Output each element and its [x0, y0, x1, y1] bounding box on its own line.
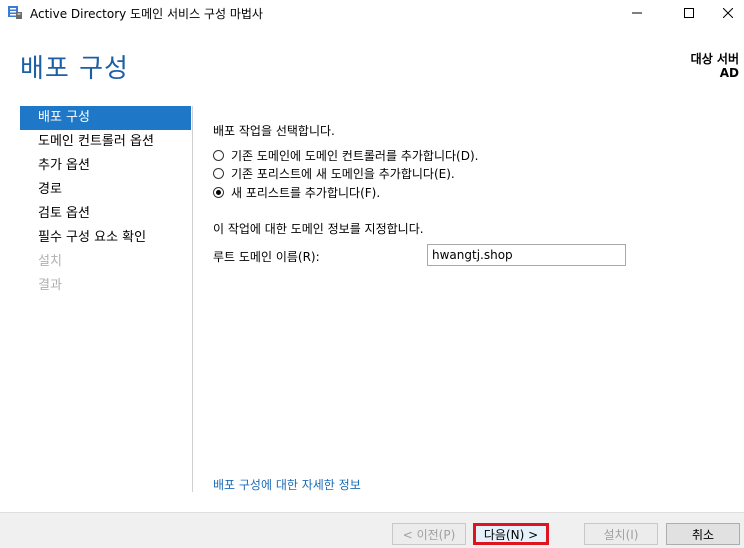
root-domain-name-input[interactable]: [427, 244, 626, 266]
option-add-domain-to-existing-forest[interactable]: 기존 포리스트에 새 도메인을 추가합니다(E).: [213, 164, 455, 182]
option-add-new-forest[interactable]: 새 포리스트를 추가합니다(F).: [213, 183, 380, 201]
maximize-icon: [684, 8, 694, 18]
page-title: 배포 구성: [20, 54, 129, 84]
nav-item-deployment-configuration[interactable]: 배포 구성: [20, 106, 191, 130]
radio-button-selected[interactable]: [213, 186, 224, 198]
install-button[interactable]: 설치(I): [584, 523, 658, 545]
wizard-steps-nav: 배포 구성 도메인 컨트롤러 옵션 추가 옵션 경로 검토 옵션 필수 구성 요…: [20, 106, 191, 298]
next-button[interactable]: 다음(N) >: [473, 523, 549, 545]
more-info-link[interactable]: 배포 구성에 대한 자세한 정보: [213, 476, 361, 493]
root-domain-name-label: 루트 도메인 이름(R):: [213, 250, 320, 264]
nav-divider: [192, 106, 193, 492]
nav-item-paths[interactable]: 경로: [20, 178, 191, 202]
target-server-label: 대상 서버: [690, 52, 739, 66]
maximize-button[interactable]: [666, 0, 712, 26]
domain-info-label: 이 작업에 대한 도메인 정보를 지정합니다.: [213, 222, 424, 236]
radio-button[interactable]: [213, 149, 224, 161]
nav-item-additional-options[interactable]: 추가 옵션: [20, 154, 191, 178]
option-label: 기존 도메인에 도메인 컨트롤러를 추가합니다(D).: [231, 148, 479, 163]
cancel-button[interactable]: 취소: [666, 523, 740, 545]
nav-item-prerequisites-check[interactable]: 필수 구성 요소 확인: [20, 226, 191, 250]
radio-button[interactable]: [213, 167, 224, 179]
close-button[interactable]: [712, 0, 744, 26]
deployment-operation-prompt: 배포 작업을 선택합니다.: [213, 124, 335, 138]
nav-item-dc-options[interactable]: 도메인 컨트롤러 옵션: [20, 130, 191, 154]
window-title: Active Directory 도메인 서비스 구성 마법사: [30, 7, 263, 21]
nav-item-installation: 설치: [38, 254, 62, 269]
minimize-button[interactable]: [614, 0, 660, 26]
nav-item-review-options[interactable]: 검토 옵션: [20, 202, 191, 226]
ad-ds-wizard-icon: [7, 4, 23, 20]
title-bar: Active Directory 도메인 서비스 구성 마법사: [0, 0, 744, 26]
option-add-dc-to-existing-domain[interactable]: 기존 도메인에 도메인 컨트롤러를 추가합니다(D).: [213, 146, 478, 164]
target-server-value: AD: [719, 66, 739, 80]
close-icon: [723, 8, 733, 18]
option-label: 기존 포리스트에 새 도메인을 추가합니다(E).: [231, 166, 455, 181]
previous-button[interactable]: < 이전(P): [392, 523, 466, 545]
minimize-icon: [632, 8, 642, 18]
option-label: 새 포리스트를 추가합니다(F).: [231, 185, 381, 200]
nav-item-results: 결과: [38, 278, 62, 293]
